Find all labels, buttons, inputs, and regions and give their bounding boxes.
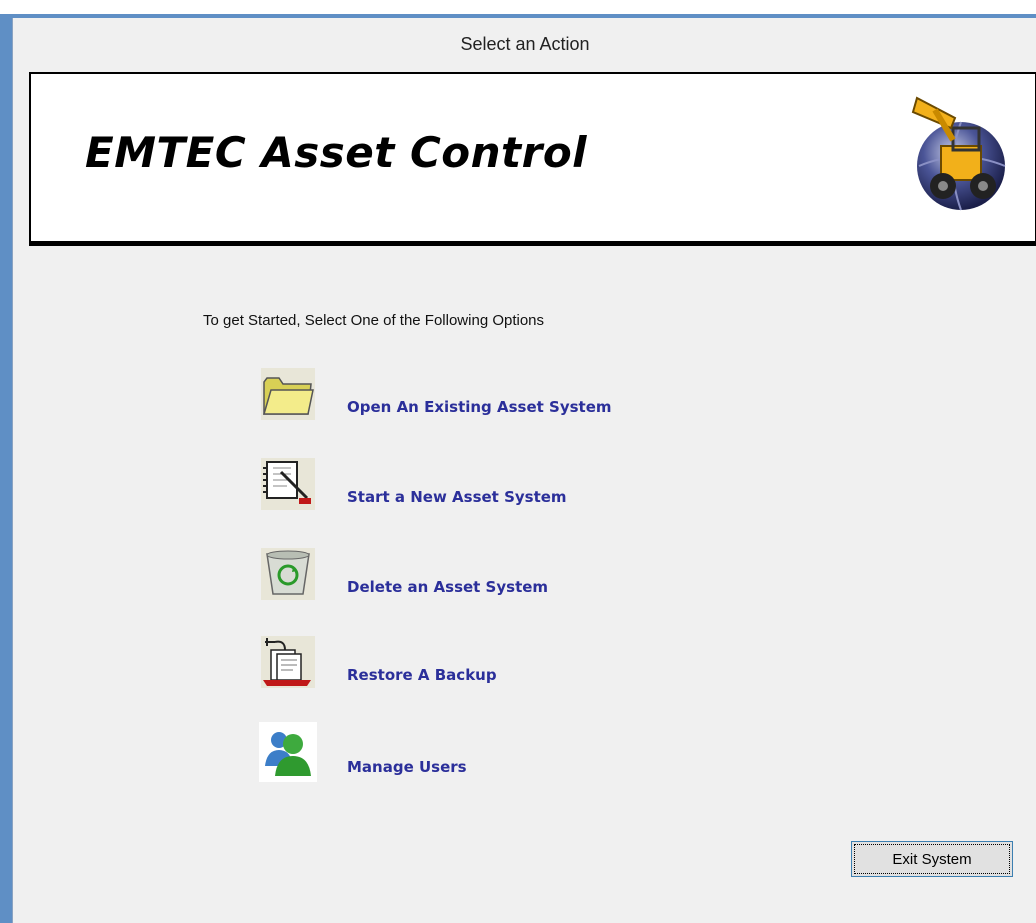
new-asset-system-link[interactable]: Start a New Asset System	[347, 488, 567, 506]
exit-system-label: Exit System	[892, 850, 972, 868]
recycle-bin-icon	[261, 548, 315, 600]
backup-restore-icon	[261, 636, 315, 688]
app-banner: EMTEC Asset Control	[29, 72, 1036, 246]
instructions-text: To get Started, Select One of the Follow…	[203, 312, 545, 329]
new-asset-system-option[interactable]: Start a New Asset System	[261, 458, 781, 528]
restore-backup-link[interactable]: Restore A Backup	[347, 666, 497, 684]
open-asset-system-link[interactable]: Open An Existing Asset System	[347, 398, 612, 416]
loader-on-globe-icon	[911, 96, 1006, 211]
open-asset-system-option[interactable]: Open An Existing Asset System	[261, 368, 781, 438]
delete-asset-system-option[interactable]: Delete an Asset System	[261, 548, 781, 618]
window-title: Select an Action	[13, 18, 1036, 70]
manage-users-option[interactable]: Manage Users	[259, 722, 781, 792]
restore-backup-option[interactable]: Restore A Backup	[261, 636, 781, 706]
users-icon	[259, 722, 317, 782]
screen-top-strip	[0, 0, 1036, 14]
delete-asset-system-link[interactable]: Delete an Asset System	[347, 578, 548, 596]
new-document-icon	[261, 458, 315, 510]
exit-system-button[interactable]: Exit System	[851, 841, 1013, 877]
manage-users-link[interactable]: Manage Users	[347, 758, 467, 776]
window-frame-left	[0, 14, 12, 923]
select-action-window: Select an Action EMTEC Asset Control To …	[12, 18, 1036, 923]
folder-icon	[261, 368, 315, 420]
app-title: EMTEC Asset Control	[85, 128, 588, 177]
